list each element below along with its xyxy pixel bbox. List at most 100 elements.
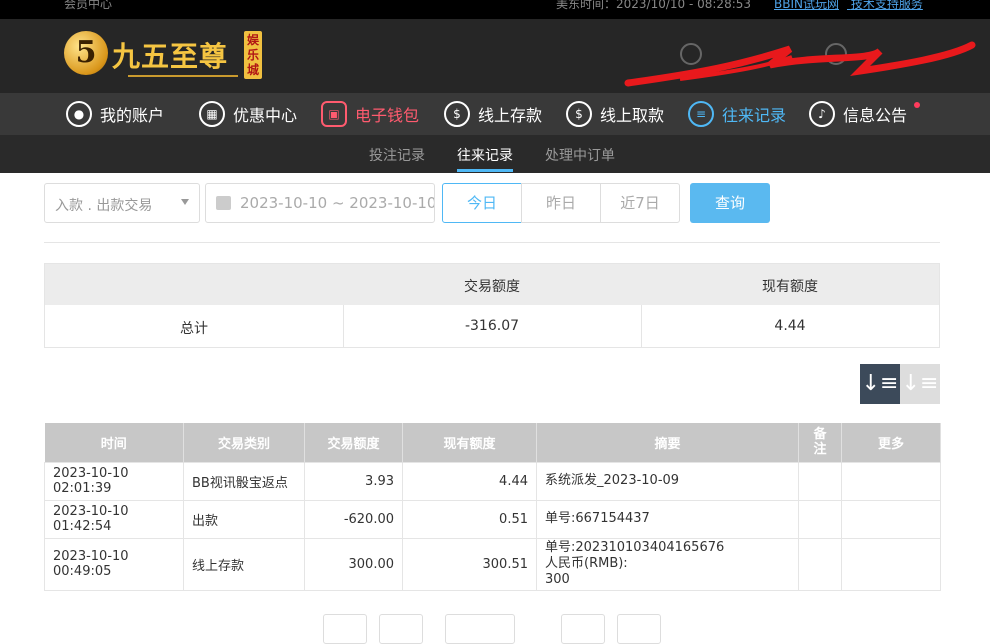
row-type: 线上存款: [183, 537, 305, 591]
select-value: 入款 . 出款交易: [55, 198, 153, 214]
main-nav: ● 我的账户 ▦ 优惠中心 ▣ 电子钱包 $ 线上存款 $ 线上取款 ≡ 往来记…: [0, 93, 990, 135]
memo-line: 300: [545, 572, 570, 587]
summary-balance-header: 现有额度: [762, 279, 818, 295]
col-type: 交易类别: [183, 423, 305, 462]
top-strip: 会员中心 美东时间：2023/10/10 - 08:28:53 BBIN试玩网 …: [0, 0, 990, 19]
row-time: 2023-10-10 02:01:39: [44, 461, 184, 501]
memo-line: 系统派发_2023-10-09: [545, 473, 680, 488]
tab-transactions[interactable]: 往来记录: [457, 145, 513, 165]
table-row: 2023-10-10 02:01:39 BB视讯骰宝返点 3.93 4.44 系…: [44, 461, 941, 501]
user-icon: ●: [66, 101, 92, 127]
server-time: 美东时间：2023/10/10 - 08:28:53: [556, 0, 752, 11]
col-remark: 备注: [798, 423, 842, 462]
summary-total-label: 总计: [180, 321, 208, 337]
sort-asc-icon[interactable]: ↓≡: [900, 364, 940, 404]
table-row: 2023-10-10 01:42:54 出款 -620.00 0.51 单号:6…: [44, 499, 941, 539]
row-type: BB视讯骰宝返点: [183, 461, 305, 501]
row-type: 出款: [183, 499, 305, 539]
pagination-first[interactable]: [323, 614, 367, 644]
row-memo: 单号:202310103404165676 人民币(RMB): 300: [536, 537, 799, 591]
row-balance: 300.51: [402, 537, 537, 591]
bbin-demo-link[interactable]: BBIN试玩网: [774, 0, 839, 11]
nav-label: 信息公告: [843, 106, 908, 125]
nav-announcements[interactable]: ♪ 信息公告: [809, 99, 907, 129]
col-memo: 摘要: [536, 423, 799, 462]
nav-transactions[interactable]: ≡ 往来记录: [688, 99, 786, 129]
gift-icon: ▦: [199, 101, 225, 127]
col-more: 更多: [841, 423, 941, 462]
col-amount: 交易额度: [304, 423, 403, 462]
col-time: 时间: [44, 423, 184, 462]
pagination-prev[interactable]: [379, 614, 423, 644]
nav-label: 往来记录: [722, 106, 787, 125]
row-balance: 0.51: [402, 499, 537, 539]
deposit-icon: $: [444, 101, 470, 127]
sort-desc-icon[interactable]: ↓≡: [860, 364, 900, 404]
date-range-input[interactable]: 2023-10-10 ~ 2023-10-10: [205, 183, 435, 223]
row-remark: [798, 461, 842, 501]
records-table: 时间 交易类别 交易额度 现有额度 摘要 备注 更多 2023-10-10 02…: [44, 423, 941, 591]
nav-deposit[interactable]: $ 线上存款: [444, 99, 542, 129]
bell-icon: ♪: [809, 101, 835, 127]
summary-total-amount: -316.07: [464, 318, 520, 334]
memo-line: 单号:202310103404165676: [545, 540, 725, 555]
nav-label: 线上取款: [600, 106, 665, 125]
nav-wallet[interactable]: ▣ 电子钱包: [321, 99, 419, 129]
logo-emblem: 5: [64, 31, 108, 75]
row-memo: 系统派发_2023-10-09: [536, 461, 799, 501]
row-amount: 3.93: [304, 461, 403, 501]
pagination-last[interactable]: [617, 614, 661, 644]
row-memo: 单号:667154437: [536, 499, 799, 539]
memo-line: 人民币(RMB):: [545, 556, 628, 571]
nav-promotions[interactable]: ▦ 优惠中心: [199, 99, 297, 129]
nav-withdraw[interactable]: $ 线上取款: [566, 99, 664, 129]
chevron-down-icon: [181, 199, 189, 205]
last-7-days-button[interactable]: 近7日: [600, 183, 680, 223]
tab-pending-orders[interactable]: 处理中订单: [545, 145, 615, 165]
tech-support-link[interactable]: 技术支持服务: [851, 0, 923, 11]
summary-table: 交易额度 现有额度 总计 -316.07 4.44: [44, 263, 940, 348]
nav-my-account[interactable]: ● 我的账户: [66, 99, 164, 129]
transaction-type-select[interactable]: 入款 . 出款交易: [44, 183, 200, 223]
table-header-row: 时间 交易类别 交易额度 现有额度 摘要 备注 更多: [44, 423, 941, 462]
logo[interactable]: 5 九五至尊 娱乐城: [64, 29, 264, 85]
row-amount: 300.00: [304, 537, 403, 591]
row-time: 2023-10-10 01:42:54: [44, 499, 184, 539]
col-balance: 现有额度: [402, 423, 537, 462]
row-remark: [798, 537, 842, 591]
redaction-scribble: [624, 41, 976, 87]
row-time: 2023-10-10 00:49:05: [44, 537, 184, 591]
notification-dot: [914, 102, 920, 108]
header: 5 九五至尊 娱乐城: [0, 19, 990, 93]
today-button[interactable]: 今日: [442, 183, 522, 223]
table-row: 2023-10-10 00:49:05 线上存款 300.00 300.51 单…: [44, 537, 941, 591]
member-center-link[interactable]: 会员中心: [64, 0, 112, 12]
logo-tag: 娱乐城: [244, 31, 262, 79]
summary-amount-header: 交易额度: [464, 279, 520, 295]
divider: [44, 242, 940, 243]
yesterday-button[interactable]: 昨日: [521, 183, 601, 223]
row-more[interactable]: [841, 537, 941, 591]
row-balance: 4.44: [402, 461, 537, 501]
wallet-icon: ▣: [321, 101, 347, 127]
withdraw-icon: $: [566, 101, 592, 127]
row-remark: [798, 499, 842, 539]
date-range-value: 2023-10-10 ~ 2023-10-10: [240, 194, 435, 212]
pagination-page-input[interactable]: [445, 614, 515, 644]
nav-label: 优惠中心: [233, 106, 298, 125]
nav-label: 电子钱包: [355, 106, 420, 125]
nav-label: 线上存款: [478, 106, 543, 125]
memo-line: 单号:667154437: [545, 511, 650, 526]
search-button[interactable]: 查询: [690, 183, 770, 223]
tab-bet-records[interactable]: 投注记录: [369, 145, 425, 165]
nav-label: 我的账户: [100, 106, 165, 125]
active-tab-indicator: [457, 169, 513, 172]
top-links: BBIN试玩网 技术支持服务: [774, 0, 931, 12]
row-more[interactable]: [841, 461, 941, 501]
calendar-icon: [216, 196, 231, 210]
logo-name: 九五至尊: [112, 40, 229, 73]
pagination-next[interactable]: [561, 614, 605, 644]
record-icon: ≡: [688, 101, 714, 127]
row-more[interactable]: [841, 499, 941, 539]
logo-ornament: [128, 75, 238, 77]
